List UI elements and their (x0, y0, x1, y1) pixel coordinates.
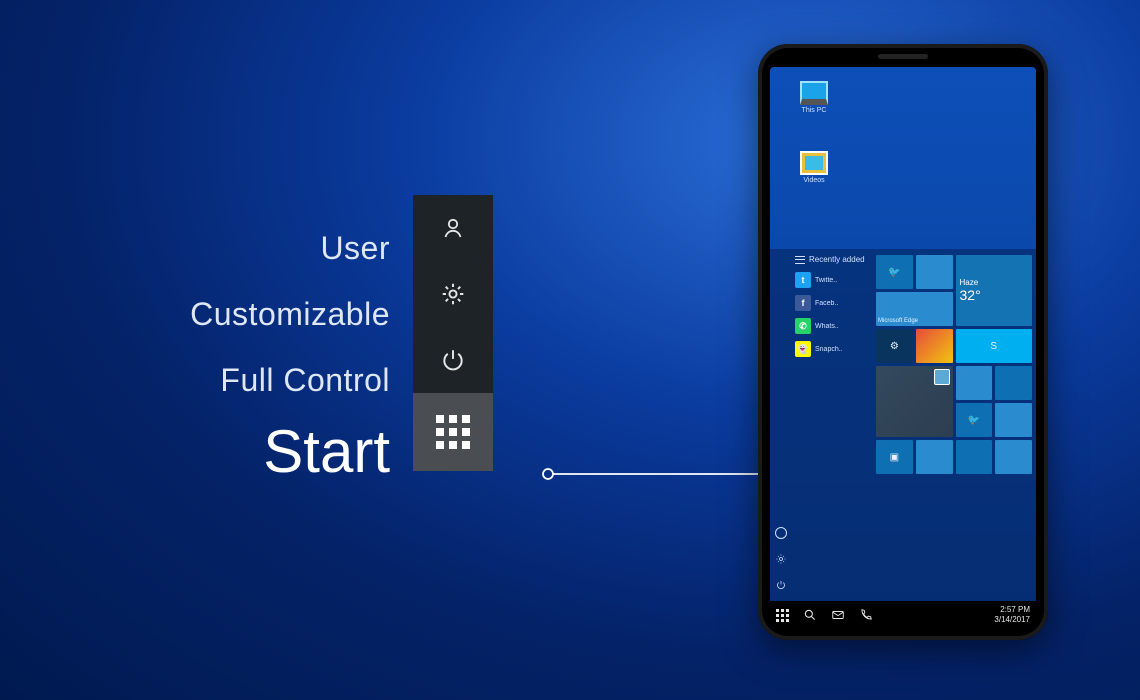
tile-weather[interactable]: Haze 32° (956, 255, 1033, 326)
twitter-icon: t (795, 272, 811, 288)
app-list-item-snapchat[interactable]: 👻 Snapch.. (795, 339, 869, 359)
label-column: User Customizable Full Control Start (110, 215, 390, 486)
folder-icon (800, 151, 828, 175)
phone-screen: This PC Videos R (770, 67, 1036, 629)
gear-icon (440, 281, 466, 307)
system-menu (413, 195, 493, 471)
user-button[interactable] (413, 195, 493, 261)
search-icon[interactable] (803, 608, 817, 622)
user-avatar-icon[interactable] (775, 527, 787, 539)
start-panel: Recently added t Twitte.. f Faceb.. ✆ Wh… (770, 249, 1036, 601)
weather-temp: 32° (960, 287, 981, 303)
desktop-icon-label: This PC (790, 107, 838, 114)
tile-edge[interactable]: Microsoft Edge (876, 292, 953, 326)
tile-skype[interactable]: S (956, 329, 1033, 363)
tile-twitter-2[interactable]: 🐦 (956, 403, 993, 437)
hamburger-icon[interactable] (795, 256, 805, 264)
phone-speaker (878, 54, 928, 59)
tile-blank-6[interactable] (916, 440, 953, 474)
power-button[interactable] (413, 327, 493, 393)
label-customizable: Customizable (110, 281, 390, 347)
monitor-icon (800, 81, 828, 105)
start-app-list: Recently added t Twitte.. f Faceb.. ✆ Wh… (792, 249, 872, 601)
label-start: Start (110, 417, 390, 486)
phone-icon[interactable] (859, 608, 873, 622)
taskbar-clock[interactable]: 2:57 PM 3/14/2017 (994, 605, 1030, 625)
app-list-item-twitter[interactable]: t Twitte.. (795, 270, 869, 290)
desktop-icon-this-pc[interactable]: This PC (790, 81, 838, 114)
start-side-rail (770, 249, 792, 601)
tile-blank-4[interactable] (995, 403, 1032, 437)
whatsapp-icon: ✆ (795, 318, 811, 334)
label-user: User (110, 215, 390, 281)
tile-blank-2[interactable] (956, 366, 993, 400)
tile-blank-3[interactable] (995, 366, 1032, 400)
tile-twitter[interactable]: 🐦 (876, 255, 913, 289)
taskbar: 2:57 PM 3/14/2017 (770, 601, 1036, 629)
desktop-icon-videos[interactable]: Videos (790, 151, 838, 184)
user-icon (441, 216, 465, 240)
tile-blank-8[interactable] (995, 440, 1032, 474)
connector-line (500, 468, 800, 614)
tile-blank-7[interactable] (956, 440, 993, 474)
tile-blank-1[interactable] (916, 255, 953, 289)
start-tiles: 🐦 Haze 32° Microsoft Edge ⚙ S 🐦 ▣ (872, 249, 1036, 601)
taskbar-time: 2:57 PM (994, 605, 1030, 615)
desktop-icon-label: Videos (790, 177, 838, 184)
start-button[interactable] (413, 393, 493, 471)
app-list-item-facebook[interactable]: f Faceb.. (795, 293, 869, 313)
tile-game-promo[interactable] (876, 366, 953, 437)
label-full-control: Full Control (110, 347, 390, 413)
tile-candy-crush[interactable] (916, 329, 953, 363)
tile-blank-5[interactable]: ▣ (876, 440, 913, 474)
power-icon (440, 347, 466, 373)
taskbar-date: 3/14/2017 (994, 615, 1030, 625)
facebook-icon: f (795, 295, 811, 311)
taskbar-start-button[interactable] (776, 609, 789, 622)
phone-device: This PC Videos R (758, 44, 1048, 640)
start-list-header: Recently added (795, 255, 869, 264)
app-list-item-whatsapp[interactable]: ✆ Whats.. (795, 316, 869, 336)
tile-settings[interactable]: ⚙ (876, 329, 913, 363)
taskbar-left (776, 608, 873, 622)
grid-icon (436, 415, 470, 449)
start-list-title: Recently added (809, 255, 865, 264)
weather-condition: Haze (960, 278, 979, 287)
power-icon[interactable] (775, 579, 787, 591)
mail-icon[interactable] (831, 608, 845, 622)
snapchat-icon: 👻 (795, 341, 811, 357)
gear-icon[interactable] (775, 553, 787, 565)
settings-button[interactable] (413, 261, 493, 327)
